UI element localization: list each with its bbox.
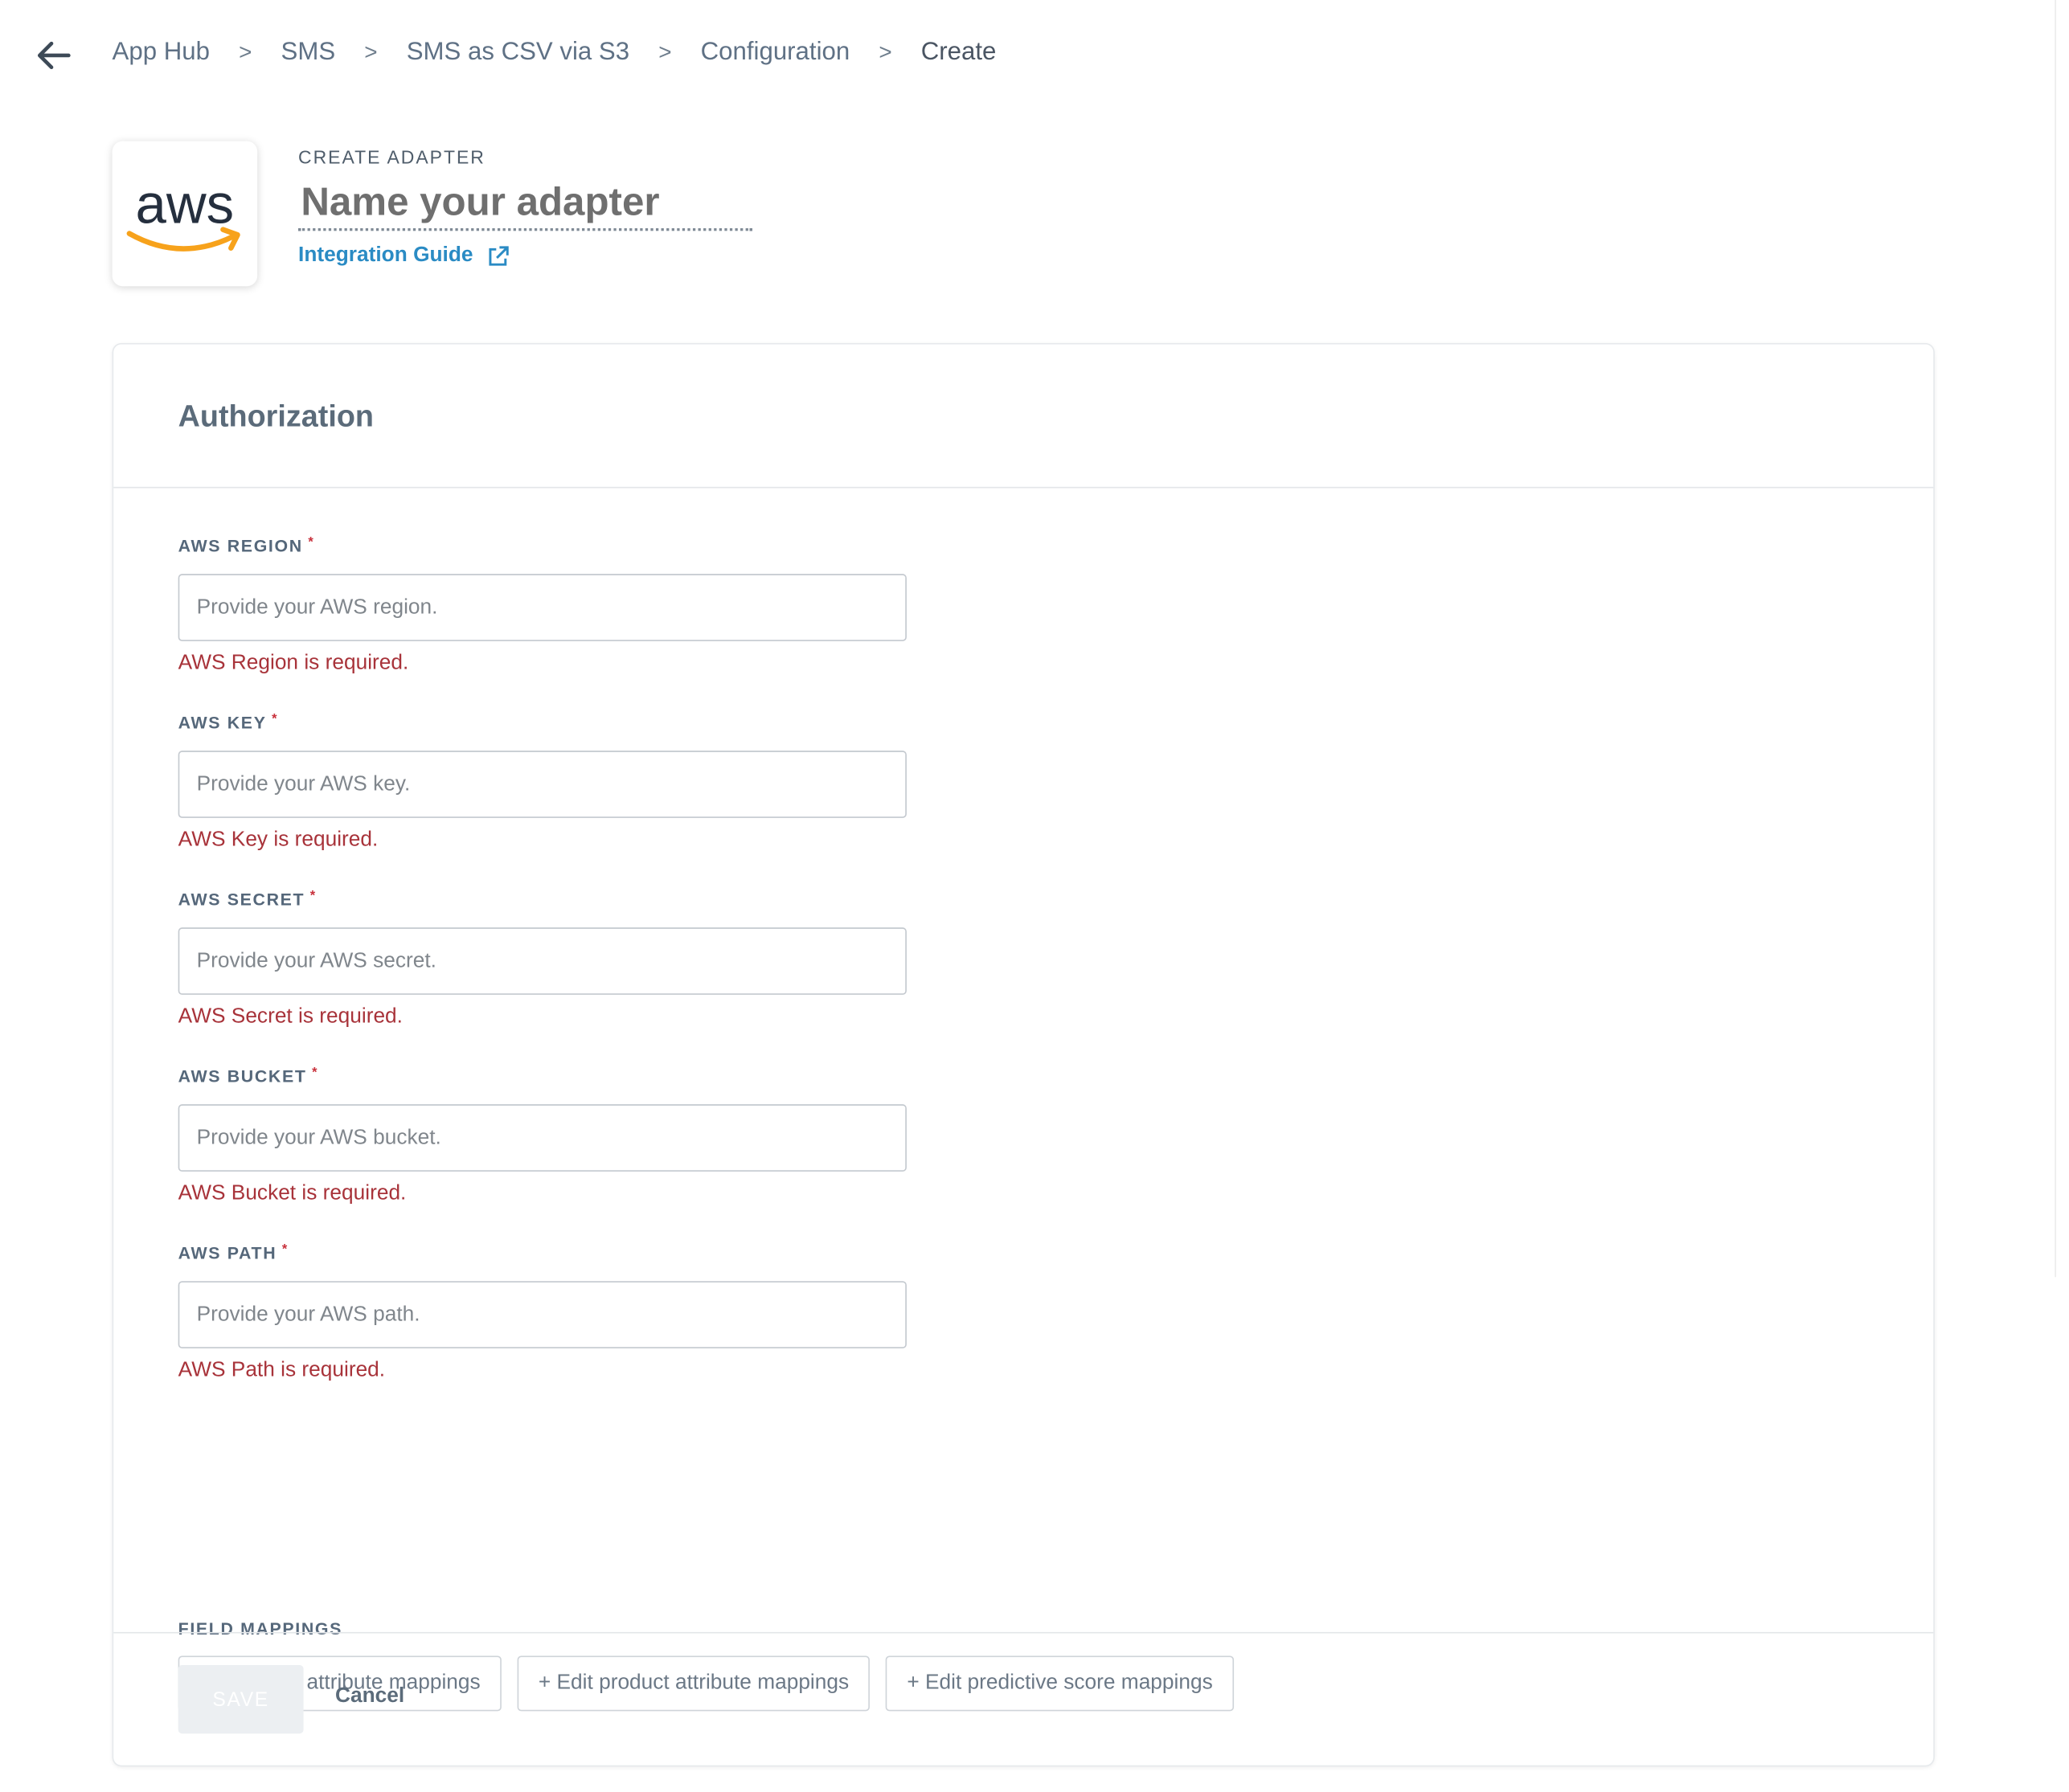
authorization-title: Authorization [178, 398, 374, 433]
aws-secret-label: AWS SECRET * [178, 890, 917, 914]
cancel-button[interactable]: Cancel [335, 1685, 404, 1709]
breadcrumb-separator: > [239, 39, 252, 65]
aws-region-input[interactable] [178, 574, 907, 641]
breadcrumb-create: Create [920, 38, 997, 67]
create-adapter-page: App Hub > SMS > SMS as CSV via S3 > Conf… [0, 0, 2069, 1792]
breadcrumb-separator: > [658, 39, 672, 65]
aws-secret-field: AWS SECRET * AWS Secret is required. [178, 890, 917, 1028]
aws-bucket-label: AWS BUCKET * [178, 1066, 917, 1090]
aws-path-field: AWS PATH* AWS Path is required. [178, 1243, 917, 1381]
aws-path-label: AWS PATH * [178, 1243, 917, 1267]
aws-region-field: AWS REGION * AWS Region is required. [178, 536, 917, 674]
aws-logo-card: aws [112, 141, 258, 287]
aws-bucket-error: AWS Bucket is required. [178, 1182, 407, 1205]
aws-key-field: AWS KEY * AWS Key is required. [178, 713, 917, 851]
breadcrumb-app-hub[interactable]: App Hub [113, 39, 210, 68]
aws-secret-error: AWS Secret is required. [178, 1005, 403, 1028]
required-marker: * [281, 1242, 289, 1258]
aws-key-label-text: AWS KEY [178, 712, 267, 733]
aws-bucket-field: AWS BUCKET * AWS Bucket is required. [178, 1066, 917, 1205]
aws-region-label-text: AWS REGION [178, 535, 303, 556]
required-marker: * [272, 712, 279, 727]
authorization-card: Authorization AWS REGION * AWS Region is … [113, 344, 1934, 1766]
save-button[interactable]: SAVE [178, 1664, 304, 1734]
breadcrumb-configuration[interactable]: Configuration [701, 39, 850, 68]
integration-guide-label: Integration Guide [298, 243, 473, 267]
aws-region-label: AWS REGION * [178, 536, 917, 560]
card-footer: SAVE Cancel [113, 1631, 1934, 1766]
aws-path-error: AWS Path is required. [178, 1359, 386, 1381]
external-link-icon [490, 245, 510, 265]
breadcrumb-separator: > [364, 39, 378, 65]
breadcrumb-sms[interactable]: SMS [281, 39, 336, 68]
aws-secret-input[interactable] [178, 927, 907, 995]
aws-key-input[interactable] [178, 751, 907, 818]
scroll-edge-divider [2055, 0, 2056, 1278]
aws-bucket-label-text: AWS BUCKET [178, 1066, 307, 1086]
breadcrumb-separator: > [879, 39, 892, 65]
aws-region-error: AWS Region is required. [178, 652, 409, 674]
breadcrumb: App Hub > SMS > SMS as CSV via S3 > Conf… [0, 0, 1452, 108]
aws-key-label: AWS KEY * [178, 713, 917, 737]
required-marker: * [309, 889, 317, 904]
breadcrumb-sms-csv-s3[interactable]: SMS as CSV via S3 [407, 39, 629, 68]
aws-key-error: AWS Key is required. [178, 828, 379, 851]
adapter-header: CREATE ADAPTER Integration Guide [298, 146, 752, 268]
breadcrumb-list: App Hub > SMS > SMS as CSV via S3 > Conf… [113, 39, 997, 68]
aws-path-input[interactable] [178, 1281, 907, 1348]
aws-bucket-input[interactable] [178, 1104, 907, 1172]
aws-logo-icon: aws [126, 173, 240, 252]
required-marker: * [308, 535, 315, 550]
create-adapter-eyebrow: CREATE ADAPTER [298, 146, 485, 168]
card-header: Authorization [113, 345, 1934, 489]
required-marker: * [312, 1066, 319, 1081]
aws-path-label-text: AWS PATH [178, 1242, 277, 1263]
adapter-name-input[interactable] [298, 180, 752, 231]
svg-text:aws: aws [136, 173, 235, 235]
integration-guide-link[interactable]: Integration Guide [298, 244, 510, 268]
aws-secret-label-text: AWS SECRET [178, 889, 305, 910]
back-arrow-icon[interactable] [35, 37, 74, 74]
